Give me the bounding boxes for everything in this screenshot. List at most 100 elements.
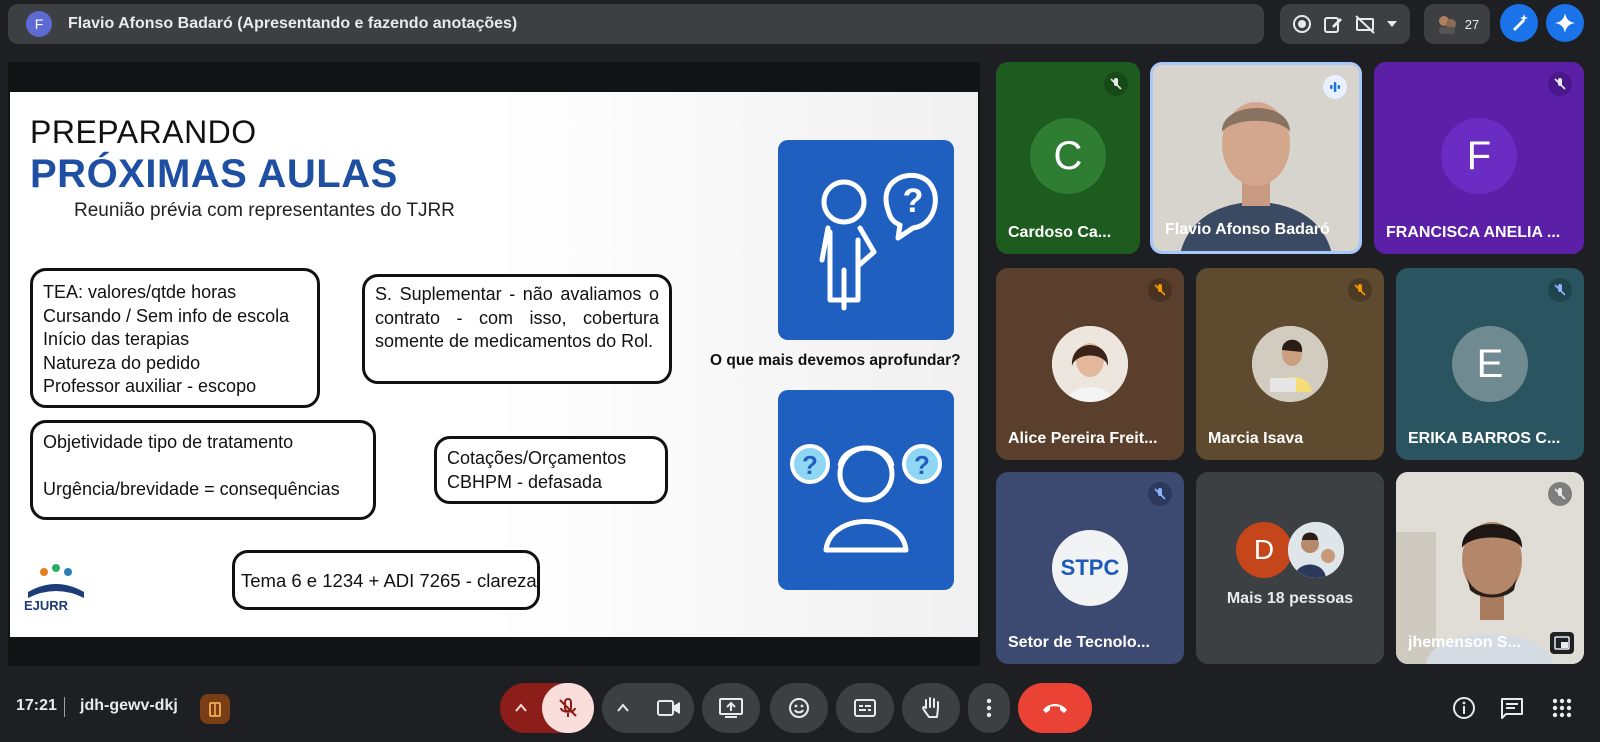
companion-button[interactable] — [1500, 4, 1538, 42]
slide-subtitle: Reunião prévia com representantes do TJR… — [74, 200, 455, 221]
mic-control-group — [500, 683, 594, 733]
participant-name: Setor de Tecnolo... — [1008, 634, 1150, 651]
meeting-details-button[interactable] — [1452, 696, 1478, 722]
mic-off-icon — [1548, 278, 1572, 302]
slide-box-objetividade: Objetividade tipo de tratamento Urgência… — [30, 420, 376, 520]
question-person-card: ? — [778, 140, 954, 340]
annotate-icon[interactable] — [1322, 13, 1344, 35]
participant-tile[interactable]: STPC Setor de Tecnolo... — [996, 472, 1184, 664]
participant-name: Alice Pereira Freit... — [1008, 430, 1158, 447]
slide-box-tea: TEA: valores/qtde horas Cursando / Sem i… — [30, 268, 320, 408]
mic-off-icon — [1148, 482, 1172, 506]
captions-button[interactable] — [836, 683, 894, 733]
picture-in-picture-icon[interactable] — [1550, 632, 1574, 654]
logo-text: EJURR — [24, 598, 69, 613]
participant-tile[interactable]: F FRANCISCA ANELIA ... — [1374, 62, 1584, 254]
box-line: Natureza do pedido — [43, 352, 201, 373]
thinking-person-icon: ? — [819, 172, 938, 311]
participant-name: Cardoso Ca... — [1008, 224, 1112, 241]
more-people-label: Mais 18 pessoas — [1226, 590, 1354, 607]
present-button[interactable] — [702, 683, 760, 733]
box-line: TEA: valores/qtde horas — [43, 282, 237, 302]
question-man-card: ? ? — [778, 390, 954, 590]
hide-self-view-icon[interactable] — [1354, 13, 1376, 35]
slide-box-suplementar: S. Suplementar - não avaliamos o contrat… — [362, 274, 672, 384]
presenter-title: Flavio Afonso Badaró (Apresentando e faz… — [68, 15, 518, 32]
more-options-button[interactable] — [968, 683, 1010, 733]
svg-text:?: ? — [914, 450, 930, 480]
emoji-icon — [789, 698, 809, 718]
hand-icon — [922, 697, 939, 718]
chat-icon — [1501, 698, 1523, 719]
chevron-down-icon[interactable] — [1385, 17, 1399, 31]
reactions-button[interactable] — [770, 683, 828, 733]
participant-avatar — [1052, 326, 1128, 402]
participant-tile-speaking[interactable]: Flavio Afonso Badaró — [1150, 62, 1362, 254]
box-text: S. Suplementar - não avaliamos o contrat… — [375, 284, 659, 351]
mic-off-icon — [1148, 278, 1172, 302]
svg-text:?: ? — [802, 450, 818, 480]
svg-text:?: ? — [903, 182, 924, 220]
camera-icon — [657, 700, 680, 716]
mic-off-icon — [1348, 278, 1372, 302]
participant-tile[interactable]: Marcia Isava — [1196, 268, 1384, 460]
info-icon — [1453, 697, 1475, 719]
participant-avatar: C — [1030, 118, 1106, 194]
presenter-avatar: F — [26, 11, 52, 37]
more-people-tile[interactable]: D Mais 18 pessoas — [1196, 472, 1384, 664]
chat-button[interactable] — [1500, 696, 1526, 722]
speaking-indicator-icon — [1323, 75, 1347, 99]
slide-title-line2: PRÓXIMAS AULAS — [30, 152, 398, 196]
box-line: CBHPM - defasada — [447, 471, 603, 492]
mic-off-icon — [1548, 72, 1572, 96]
slide-box-tema: Tema 6 e 1234 + ADI 7265 - clareza — [232, 550, 540, 610]
microphone-muted-button[interactable] — [542, 683, 594, 733]
camera-button[interactable] — [644, 699, 694, 717]
camera-options-chevron-icon[interactable] — [602, 703, 644, 713]
ejurr-logo — [20, 562, 92, 624]
mic-off-icon — [1104, 72, 1128, 96]
question-label: O que mais devemos aprofundar? — [710, 352, 961, 369]
meeting-code: jdh-gewv-dkj — [80, 697, 178, 714]
box-line: Tema 6 e 1234 + ADI 7265 - clareza — [241, 570, 537, 591]
participant-name: FRANCISCA ANELIA ... — [1386, 224, 1561, 241]
box-line: Professor auxiliar - escopo — [43, 376, 257, 396]
participant-avatar-photo — [1288, 522, 1344, 578]
box-line: Urgência/brevidade = consequências — [43, 478, 340, 499]
record-icon[interactable] — [1291, 13, 1313, 35]
participant-avatar: F — [1441, 118, 1517, 194]
recording-controls — [1280, 4, 1410, 44]
participants-avatar-icon — [1435, 12, 1459, 36]
gemini-button[interactable] — [1546, 4, 1584, 42]
present-screen-icon — [719, 698, 743, 718]
mic-off-icon — [1548, 482, 1572, 506]
end-call-button[interactable] — [1018, 683, 1092, 733]
host-controls-icon[interactable] — [200, 694, 230, 724]
participant-tile[interactable]: jhemenson S... — [1396, 472, 1584, 664]
participant-tile[interactable]: Alice Pereira Freit... — [996, 268, 1184, 460]
participant-avatar: STPC — [1052, 530, 1128, 606]
presentation-slide: PREPARANDO PRÓXIMAS AULAS Reunião prévia… — [10, 92, 978, 637]
pen-sparkle-icon — [1509, 13, 1529, 33]
divider — [64, 697, 65, 717]
participant-name: ERIKA BARROS C... — [1408, 430, 1561, 447]
participants-button[interactable]: 27 — [1424, 4, 1490, 44]
participant-name: jhemenson S... — [1408, 634, 1521, 651]
captions-icon — [854, 699, 876, 717]
mic-off-icon — [559, 698, 577, 717]
slide-title-line1: PREPARANDO — [30, 114, 257, 150]
presentation-banner: F Flavio Afonso Badaró (Apresentando e f… — [8, 4, 1264, 44]
camera-control-group — [602, 683, 694, 733]
box-line: Início das terapias — [43, 329, 190, 349]
slide-box-cotacoes: Cotações/Orçamentos CBHPM - defasada — [434, 436, 668, 504]
clock: 17:21 — [16, 697, 57, 714]
sparkle-icon — [1554, 12, 1576, 34]
activities-button[interactable] — [1552, 698, 1574, 720]
participant-name: Marcia Isava — [1208, 430, 1304, 447]
participant-tile[interactable]: E ERIKA BARROS C... — [1396, 268, 1584, 460]
raise-hand-button[interactable] — [902, 683, 960, 733]
stpc-logo: STPC — [1060, 555, 1120, 580]
mic-options-chevron-icon[interactable] — [500, 703, 542, 713]
participant-avatar — [1252, 326, 1328, 402]
participant-tile[interactable]: C Cardoso Ca... — [996, 62, 1140, 254]
